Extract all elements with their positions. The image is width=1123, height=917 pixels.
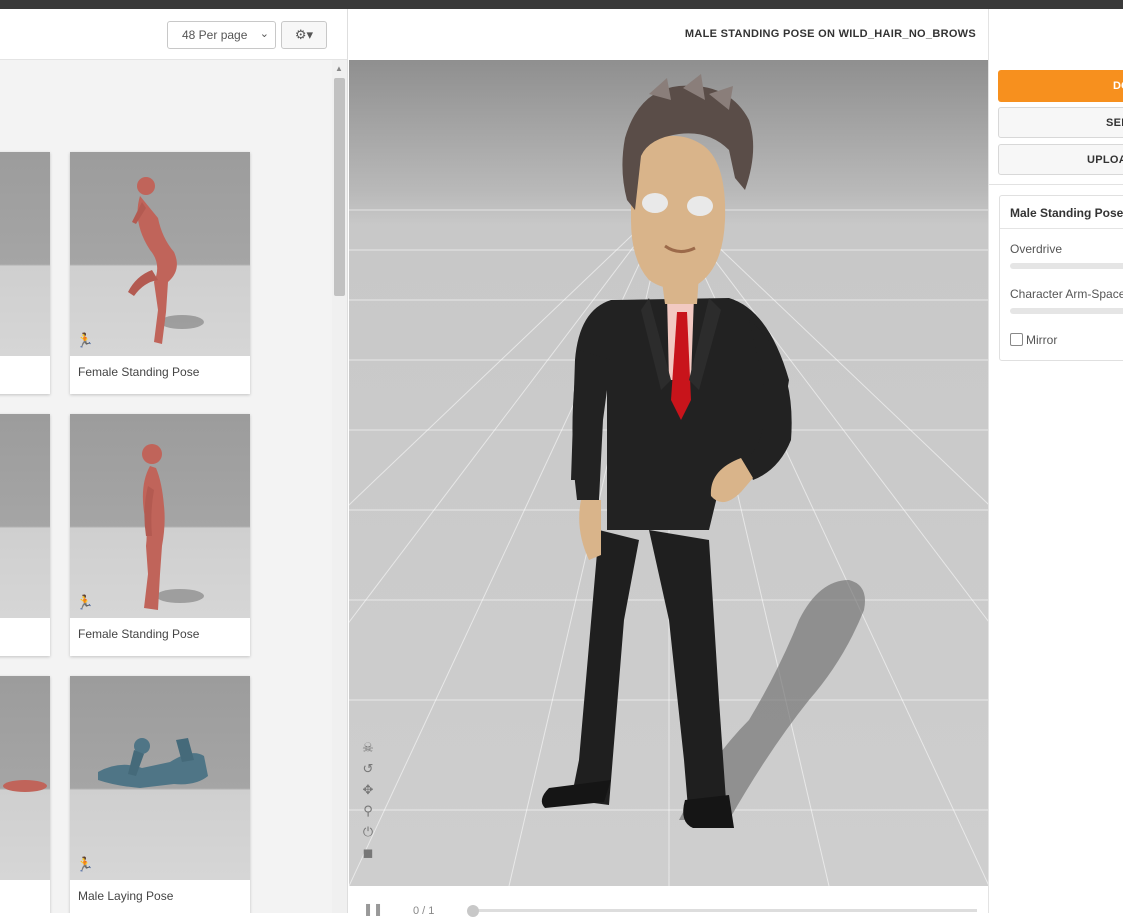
pose-card-label: Male Laying Pose [78, 889, 174, 903]
pose-thumbnail: 🏃 [70, 152, 250, 356]
library-scrollbar[interactable]: ▲ [332, 60, 347, 913]
pose-settings-panel: DO SEN UPLOA Male Standing Pose Overdriv… [988, 9, 1123, 913]
camera-icon[interactable]: ◼ [359, 845, 377, 865]
mirror-label: Mirror [1026, 333, 1058, 347]
mannequin-preview [3, 780, 47, 792]
gear-icon: ⚙▾ [294, 27, 314, 42]
animation-timeline: ❚❚ 0 / 1 [349, 886, 988, 917]
chevron-down-icon: ⌄ [259, 28, 269, 40]
download-button[interactable]: DO [998, 70, 1123, 102]
power-icon[interactable]: ⏻ [359, 824, 377, 844]
arm-space-label: Character Arm-Space [1010, 287, 1123, 301]
arm-space-slider[interactable] [1010, 308, 1123, 314]
pose-card[interactable] [0, 676, 50, 913]
settings-dropdown-button[interactable]: ⚙▾ [281, 21, 327, 49]
pause-icon[interactable]: ❚❚ [363, 902, 383, 916]
window-top-bar [0, 0, 1123, 9]
pose-thumbnail [0, 676, 50, 880]
character-model [541, 74, 865, 828]
pose-card-label: Female Standing Pose [78, 627, 200, 641]
zoom-icon[interactable]: ⚲ [359, 803, 377, 823]
mirror-option[interactable]: Mirror [1010, 333, 1057, 347]
viewer-title: MALE STANDING POSE ON WILD_HAIR_NO_BROWS [684, 28, 976, 40]
pose-parameters-card: Male Standing Pose Overdrive Character A… [999, 195, 1123, 361]
overdrive-slider[interactable] [1010, 263, 1123, 269]
mannequin-preview [128, 177, 204, 344]
mirror-checkbox[interactable] [1010, 333, 1023, 346]
upload-button[interactable]: UPLOA [998, 144, 1123, 175]
pose-card[interactable]: 🏃 Female Standing Pose [70, 152, 250, 394]
pose-card[interactable] [0, 152, 50, 394]
mannequin-preview [98, 738, 208, 788]
3d-viewport[interactable]: ☠ ↺ ✥ ⚲ ⏻ ◼ [349, 60, 988, 886]
divider [989, 184, 1123, 185]
library-toolbar: 48 Per page ⌄ ⚙▾ [0, 9, 347, 60]
send-button[interactable]: SEN [998, 107, 1123, 138]
pose-card-label: Female Standing Pose [78, 365, 200, 379]
animation-run-icon: 🏃 [76, 594, 94, 610]
pose-thumbnail: 🏃 [70, 414, 250, 618]
mannequin-preview [142, 444, 204, 610]
pose-thumbnail [0, 414, 50, 618]
animation-run-icon: 🏃 [76, 332, 94, 348]
frame-counter: 0 / 1 [413, 905, 435, 917]
reset-view-icon[interactable]: ↺ [359, 761, 377, 781]
pose-card[interactable]: 🏃 Male Laying Pose [70, 676, 250, 913]
pose-card[interactable]: 🏃 Female Standing Pose [70, 414, 250, 656]
pose-library-panel: 48 Per page ⌄ ⚙▾ 🏃 Female Standing Pose … [0, 9, 348, 913]
pose-thumbnail: 🏃 [70, 676, 250, 880]
scrollbar-thumb[interactable] [334, 78, 345, 296]
pan-icon[interactable]: ✥ [359, 782, 377, 802]
timeline-scrubber[interactable] [467, 905, 479, 917]
scroll-up-icon[interactable]: ▲ [335, 64, 343, 73]
viewer-header: MALE STANDING POSE ON WILD_HAIR_NO_BROWS [349, 9, 988, 60]
animation-run-icon: 🏃 [76, 856, 94, 872]
overdrive-label: Overdrive [1010, 242, 1063, 256]
timeline-track[interactable] [469, 909, 977, 912]
per-page-select[interactable]: 48 Per page ⌄ [167, 21, 276, 49]
per-page-value: 48 Per page [182, 28, 248, 42]
viewport-toolbar: ☠ ↺ ✥ ⚲ ⏻ ◼ [359, 740, 377, 866]
pose-thumbnail [0, 152, 50, 356]
pose-parameters-title: Male Standing Pose [1000, 196, 1123, 229]
skeleton-icon[interactable]: ☠ [359, 740, 377, 760]
pose-card[interactable] [0, 414, 50, 656]
